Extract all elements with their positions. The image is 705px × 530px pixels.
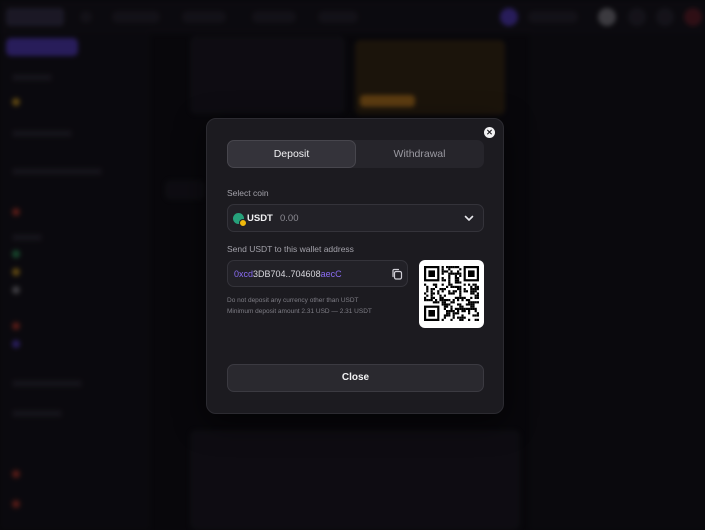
deposit-withdrawal-tabs: Deposit Withdrawal: [227, 140, 484, 168]
wallet-address: 0xcd3DB704..704608aecC: [234, 269, 342, 279]
address-middle: 3DB704..704608: [253, 269, 321, 279]
qr-code-image: [424, 266, 479, 321]
copy-icon[interactable]: [391, 268, 403, 280]
wallet-address-field[interactable]: 0xcd3DB704..704608aecC: [227, 260, 408, 287]
coin-select[interactable]: USDT 0.00: [227, 204, 484, 232]
send-address-label: Send USDT to this wallet address: [227, 244, 354, 254]
coin-name: USDT: [247, 213, 273, 224]
note-currency: Do not deposit any currency other than U…: [227, 297, 359, 304]
tab-withdrawal[interactable]: Withdrawal: [355, 140, 484, 168]
note-minimum: Minimum deposit amount 2.31 USD — 2.31 U…: [227, 308, 372, 315]
tether-coin-icon: [233, 213, 247, 227]
qr-code: [419, 260, 484, 328]
chevron-down-icon: [464, 215, 474, 221]
deposit-notes: Do not deposit any currency other than U…: [227, 295, 372, 317]
close-icon[interactable]: ✕: [484, 127, 495, 138]
address-prefix: 0xcd: [234, 269, 254, 279]
close-button[interactable]: Close: [227, 364, 484, 392]
tab-deposit[interactable]: Deposit: [227, 140, 356, 168]
coin-balance: 0.00: [280, 213, 299, 224]
select-coin-label: Select coin: [227, 188, 269, 198]
deposit-modal: ✕ Deposit Withdrawal Select coin USDT 0.…: [206, 118, 504, 414]
address-suffix: aecC: [320, 269, 342, 279]
